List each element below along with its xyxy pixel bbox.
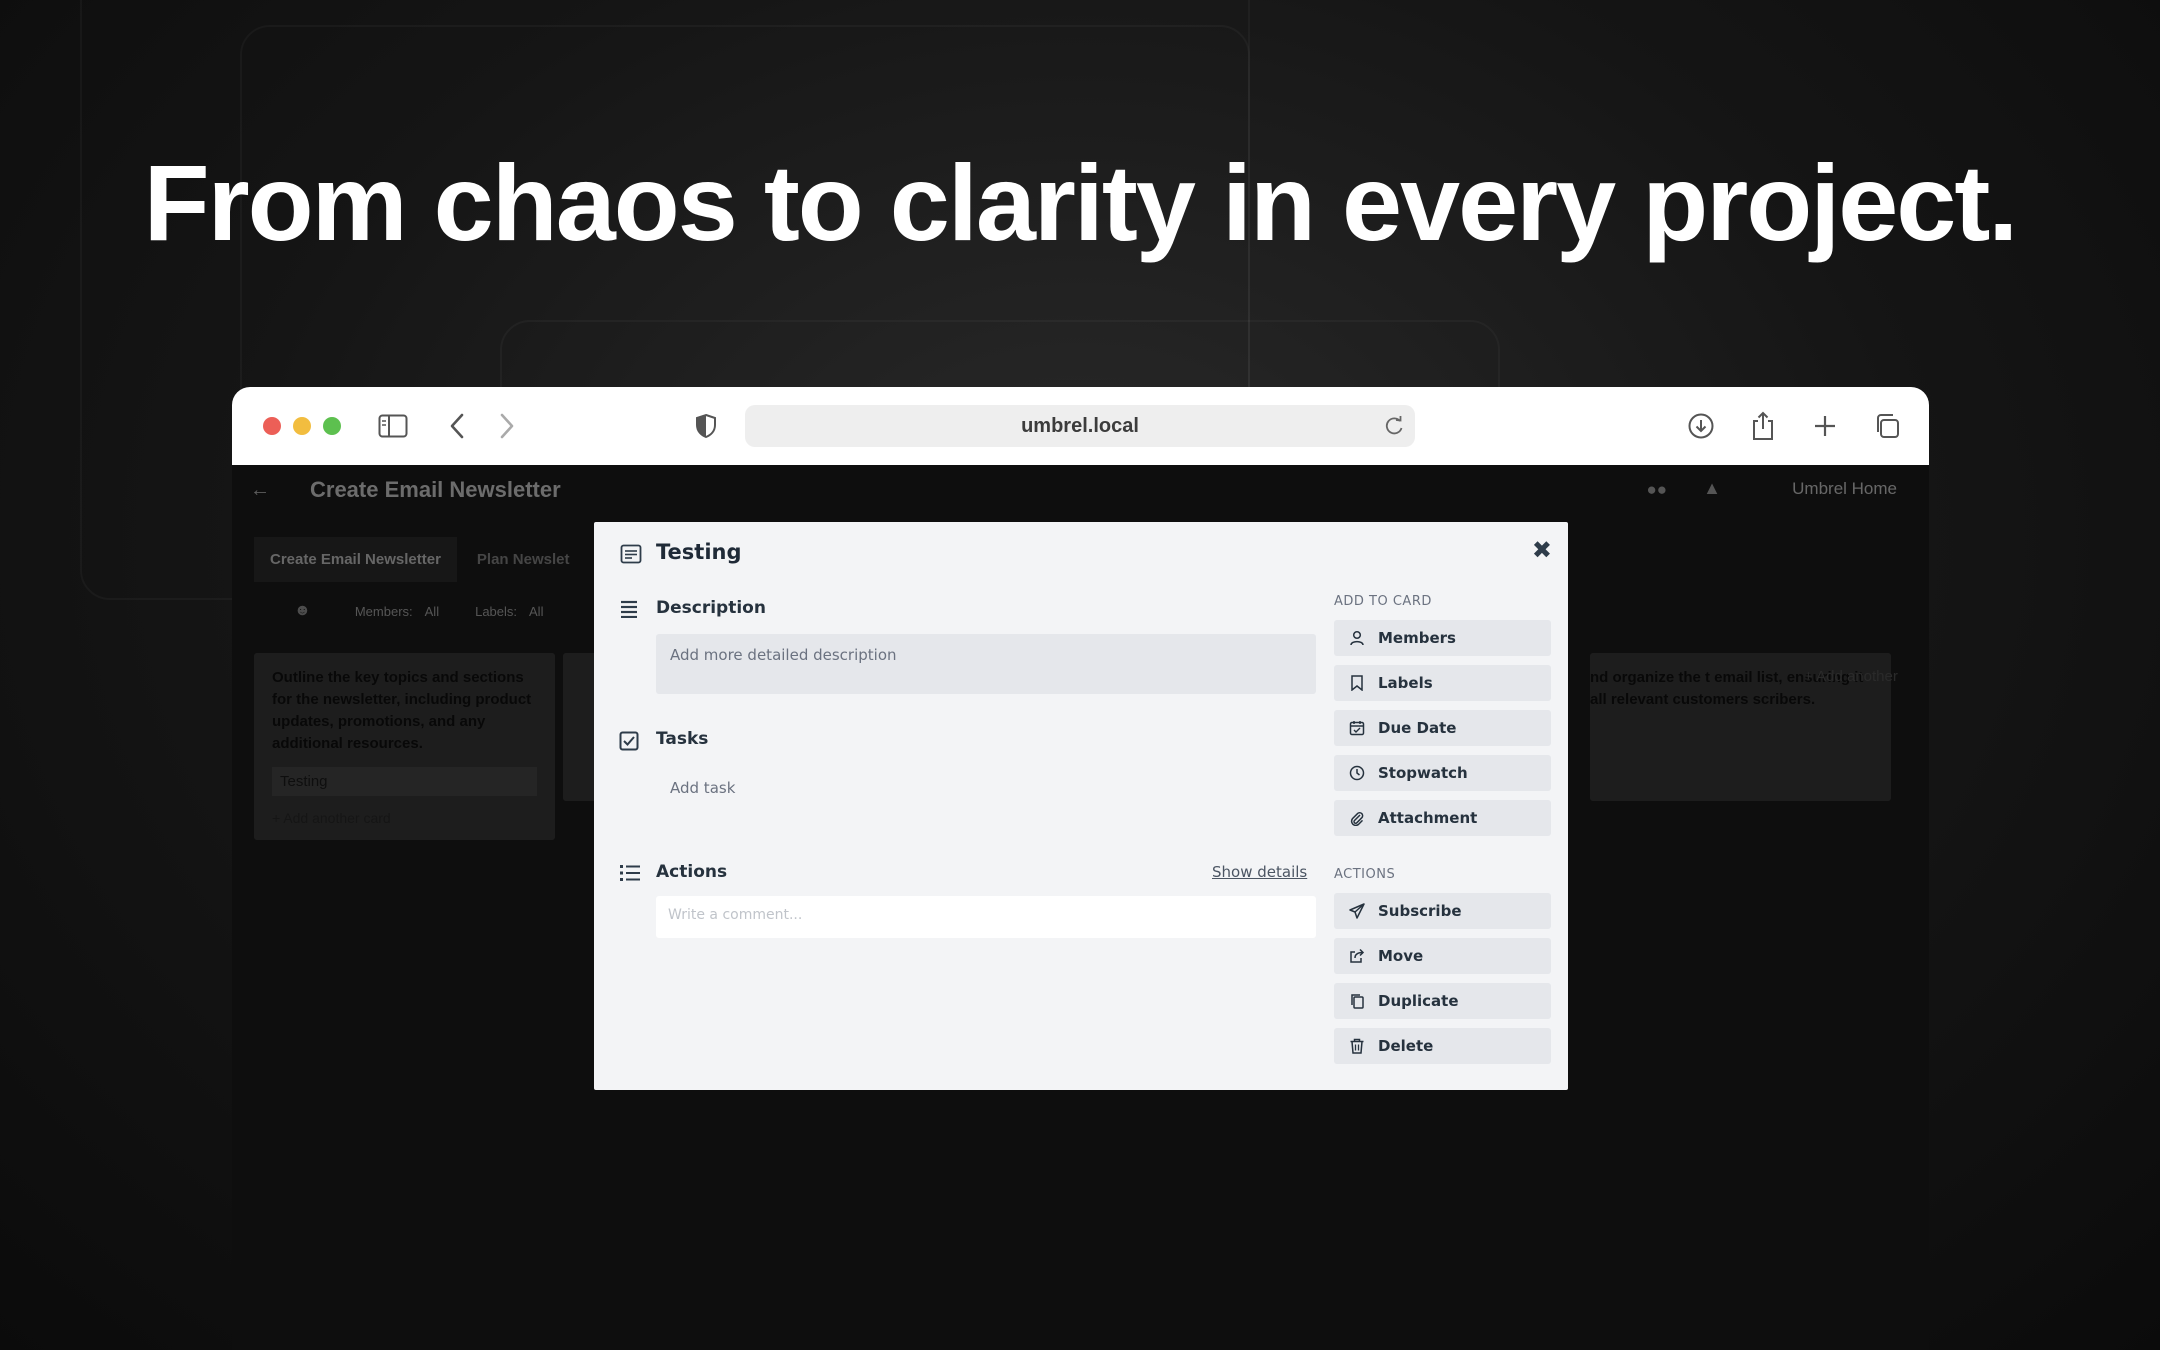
move-label: Move [1378,947,1424,965]
attachment-button[interactable]: Attachment [1334,800,1551,836]
labels-label: Labels [1378,674,1433,692]
duplicate-button[interactable]: Duplicate [1334,983,1551,1019]
minimize-window-button[interactable] [293,417,311,435]
sidebar-toggle-icon[interactable] [374,407,412,445]
address-bar[interactable]: umbrel.local [745,405,1415,447]
stopwatch-label: Stopwatch [1378,764,1468,782]
move-button[interactable]: Move [1334,938,1551,974]
back-icon[interactable] [438,407,476,445]
delete-label: Delete [1378,1037,1434,1055]
card-icon [620,544,642,568]
members-label: Members [1378,629,1456,647]
download-icon[interactable] [1682,407,1720,445]
actions-label: Actions [656,862,728,882]
paper-plane-icon [1348,902,1366,920]
show-details-link[interactable]: Show details [1212,863,1307,881]
subscribe-label: Subscribe [1378,902,1462,920]
bookmark-icon [1348,674,1366,692]
duplicate-label: Duplicate [1378,992,1459,1010]
forward-icon[interactable] [488,407,526,445]
close-icon[interactable]: ✖ [1532,536,1552,564]
due-date-button[interactable]: Due Date [1334,710,1551,746]
stopwatch-button[interactable]: Stopwatch [1334,755,1551,791]
due-date-label: Due Date [1378,719,1457,737]
new-tab-icon[interactable] [1806,407,1844,445]
calendar-icon [1348,719,1366,737]
card-detail-modal: Testing ✖ Description Add more detailed … [594,522,1568,1090]
comment-input[interactable]: Write a comment... [656,896,1316,938]
description-icon [619,600,639,622]
delete-button[interactable]: Delete [1334,1028,1551,1064]
activity-list-icon [619,864,641,886]
url-text: umbrel.local [1021,414,1139,437]
tabs-overview-icon[interactable] [1868,407,1906,445]
zoom-window-button[interactable] [323,417,341,435]
clock-icon [1348,764,1366,782]
browser-window: umbrel.local ← Create Email Newsletter ●… [232,387,1929,1350]
card-title[interactable]: Testing [656,540,742,564]
privacy-shield-icon[interactable] [687,407,725,445]
share-icon [1348,947,1366,965]
description-field[interactable]: Add more detailed description [656,634,1316,694]
description-label: Description [656,598,766,618]
paperclip-icon [1348,809,1366,827]
tasks-label: Tasks [656,729,709,749]
labels-button[interactable]: Labels [1334,665,1551,701]
attachment-label: Attachment [1378,809,1478,827]
reload-icon[interactable] [1383,415,1405,443]
checkbox-icon [619,731,639,755]
close-window-button[interactable] [263,417,281,435]
copy-icon [1348,992,1366,1010]
headline: From chaos to clarity in every project. [143,142,2019,263]
user-icon [1348,629,1366,647]
add-to-card-heading: ADD TO CARD [1334,594,1432,609]
members-button[interactable]: Members [1334,620,1551,656]
share-icon[interactable] [1744,407,1782,445]
trash-icon [1348,1037,1366,1055]
subscribe-button[interactable]: Subscribe [1334,893,1551,929]
actions-heading: ACTIONS [1334,867,1396,882]
browser-toolbar: umbrel.local [232,387,1929,465]
add-task-button[interactable]: Add task [670,779,735,797]
